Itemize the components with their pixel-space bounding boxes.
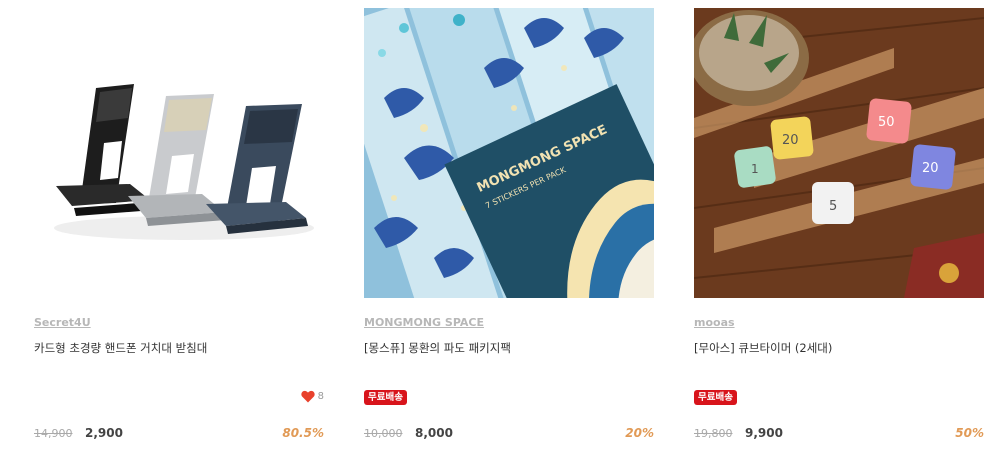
product-title[interactable]: [무아스] 큐브타이머 (2세대) [694, 340, 832, 356]
product-card[interactable]: Secret4U 카드형 초경량 핸드폰 거치대 받침대 8 14,900 2,… [34, 8, 324, 448]
product-card[interactable]: 1 20 5 50 20 mooas [무아스] 큐브타이머 (2세대) 무료배… [694, 8, 984, 448]
like-button[interactable]: 8 [300, 390, 324, 403]
product-title[interactable]: 카드형 초경량 핸드폰 거치대 받침대 [34, 340, 207, 356]
cube-number: 5 [829, 199, 837, 214]
price-row: 14,900 2,900 80.5% [34, 425, 324, 441]
product-card[interactable]: MONGMONG SPACE 7 STICKERS PER PACK MONGM… [364, 8, 654, 448]
cube-number: 20 [922, 161, 939, 176]
discount-rate: 50% [955, 426, 984, 440]
cube-number: 1 [751, 162, 759, 176]
product-title[interactable]: [몽스퓨] 몽환의 파도 패키지팩 [364, 340, 511, 356]
price-row: 10,000 8,000 20% [364, 425, 654, 441]
price-row: 19,800 9,900 50% [694, 425, 984, 441]
brand-link[interactable]: Secret4U [34, 316, 91, 329]
sale-price: 2,900 [85, 426, 123, 440]
free-shipping-badge: 무료배송 [364, 390, 407, 405]
product-image[interactable]: MONGMONG SPACE 7 STICKERS PER PACK [364, 8, 654, 298]
original-price: 10,000 [364, 427, 403, 440]
brand-link[interactable]: MONGMONG SPACE [364, 316, 484, 329]
discount-rate: 80.5% [282, 426, 324, 440]
sale-price: 8,000 [415, 426, 453, 440]
product-image[interactable] [34, 8, 324, 298]
cube-number: 50 [878, 115, 895, 130]
cube-number: 20 [782, 133, 799, 148]
original-price: 14,900 [34, 427, 73, 440]
like-count: 8 [317, 391, 324, 402]
discount-rate: 20% [625, 426, 654, 440]
heart-icon [300, 390, 315, 403]
product-image[interactable]: 1 20 5 50 20 [694, 8, 984, 298]
brand-link[interactable]: mooas [694, 316, 735, 329]
sale-price: 9,900 [745, 426, 783, 440]
free-shipping-badge: 무료배송 [694, 390, 737, 405]
original-price: 19,800 [694, 427, 733, 440]
